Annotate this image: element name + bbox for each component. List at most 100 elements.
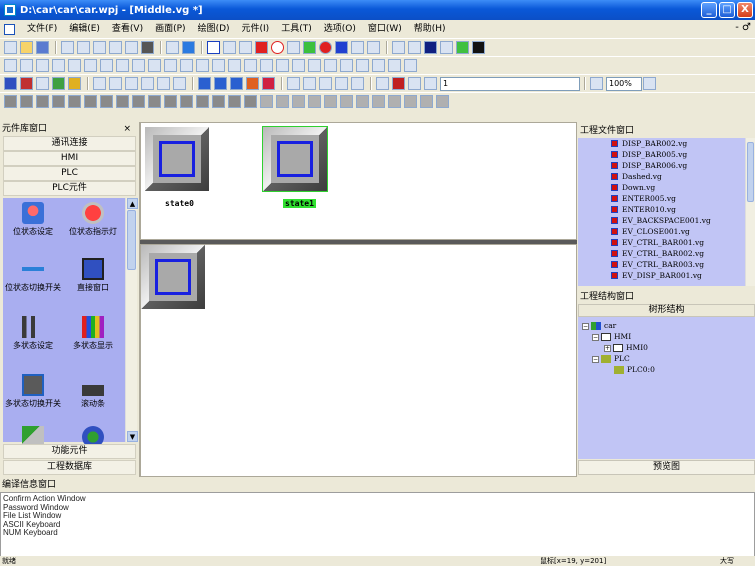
scroll-up-icon[interactable]: ▲ [127,198,138,209]
align-center-icon[interactable] [20,59,33,72]
category-hmi[interactable]: HMI [3,151,136,166]
pattern-10-icon[interactable] [148,95,161,108]
file-item[interactable]: ENTER005.vg [578,193,755,204]
pattern-21-icon[interactable] [324,95,337,108]
zoom-in-icon[interactable] [372,59,385,72]
send-back-icon[interactable] [228,59,241,72]
component-multi-switch[interactable]: 多状态切换开关 [3,374,63,409]
pattern-26-icon[interactable] [404,95,417,108]
same-height-icon[interactable] [116,59,129,72]
flip-vertical-icon[interactable] [260,59,273,72]
play-icon[interactable] [198,77,211,90]
pattern-28-icon[interactable] [436,95,449,108]
pattern-25-icon[interactable] [388,95,401,108]
menu-tools[interactable]: 工具(T) [275,20,318,38]
collapse-icon[interactable]: − [582,322,589,330]
pointer-icon[interactable] [207,41,220,54]
file-item[interactable]: ENTER010.vg [578,204,755,215]
menu-component[interactable]: 元件(I) [236,20,276,38]
category-project-database[interactable]: 工程数据库 [3,460,136,475]
pattern-23-icon[interactable] [356,95,369,108]
font-icon[interactable] [392,77,405,90]
shadow-icon[interactable] [472,41,485,54]
space-vertical-icon[interactable] [164,59,177,72]
mdi-controls[interactable]: - ♂ [735,22,751,33]
scroll-thumb[interactable] [747,142,754,202]
zoom-select[interactable]: 100% [606,76,642,91]
tree-node-hmi0[interactable]: + HMI0 [604,343,648,353]
zoom-out-icon[interactable] [388,59,401,72]
component-scrollbar[interactable]: 滚动条 [63,374,123,409]
tree-node-plc[interactable]: − PLC [592,354,630,364]
keyboard-icon[interactable] [36,77,49,90]
meter-icon[interactable] [351,77,364,90]
line-icon[interactable] [223,41,236,54]
pattern-12-icon[interactable] [180,95,193,108]
text-icon[interactable] [351,41,364,54]
trend-icon[interactable] [319,77,332,90]
undo-icon[interactable] [109,41,122,54]
pattern-27-icon[interactable] [420,95,433,108]
layer-icon[interactable] [340,59,353,72]
file-item[interactable]: Dashed.vg [578,171,755,182]
menu-view[interactable]: 查看(V) [106,20,149,38]
state1-button[interactable] [262,126,328,192]
simulate-icon[interactable] [182,41,195,54]
align-left-icon[interactable] [4,59,17,72]
menu-file[interactable]: 文件(F) [21,20,63,38]
export-icon[interactable] [125,77,138,90]
list-icon[interactable] [424,77,437,90]
category-communication[interactable]: 通讯连接 [3,136,136,151]
panel-close-icon[interactable]: × [123,122,131,136]
fill-color-icon[interactable] [408,41,421,54]
file-item[interactable]: DISP_BAR002.vg [578,138,755,149]
menu-options[interactable]: 选项(O) [318,20,362,38]
polyline-icon[interactable] [287,41,300,54]
rotate-icon[interactable] [276,59,289,72]
record-icon[interactable] [52,77,65,90]
chart-icon[interactable] [303,77,316,90]
screen-canvas-bottom[interactable] [140,244,577,477]
state0-button[interactable] [145,127,209,191]
stop-icon[interactable] [230,77,243,90]
maximize-button[interactable]: □ [719,2,735,18]
tree-header[interactable]: 树形结构 [578,304,755,317]
tree-node-hmi[interactable]: − HMI [592,332,631,342]
pattern-15-icon[interactable] [228,95,241,108]
screen-canvas-top[interactable]: state0 state1 [140,122,577,240]
line-style-icon[interactable] [440,41,453,54]
open-icon[interactable] [20,41,33,54]
pattern-icon[interactable] [456,41,469,54]
collapse-icon[interactable]: − [592,355,599,363]
file-item[interactable]: Down.vg [578,182,755,193]
pattern-11-icon[interactable] [164,95,177,108]
file-item[interactable]: EV_BACKSPACE001.vg [578,215,755,226]
redo-icon[interactable] [125,41,138,54]
window-icon[interactable] [20,77,33,90]
pattern-16-icon[interactable] [244,95,257,108]
alarm-icon[interactable] [68,77,81,90]
pattern-20-icon[interactable] [308,95,321,108]
align-top-icon[interactable] [52,59,65,72]
pattern-3-icon[interactable] [36,95,49,108]
color-icon[interactable] [408,77,421,90]
zoom-icon[interactable] [590,77,603,90]
upload-icon[interactable] [157,77,170,90]
lock-icon[interactable] [292,59,305,72]
print-icon[interactable] [173,77,186,90]
ungroup-icon[interactable] [196,59,209,72]
file-list-scrollbar[interactable] [745,138,755,286]
file-item[interactable]: EV_CTRL_BAR001.vg [578,237,755,248]
category-plc-components[interactable]: PLC元件 [3,181,136,196]
import-icon[interactable] [109,77,122,90]
compile-log[interactable]: Confirm Action Window Password Window Fi… [0,492,755,558]
component-direct-window[interactable]: 直接窗口 [63,258,123,293]
pattern-24-icon[interactable] [372,95,385,108]
align-right-icon[interactable] [36,59,49,72]
menu-window[interactable]: 窗口(W) [362,20,408,38]
component-multi-display[interactable]: 多状态显示 [63,316,123,351]
pattern-1-icon[interactable] [4,95,17,108]
pattern-17-icon[interactable] [260,95,273,108]
file-item[interactable]: EV_CTRL_BAR002.vg [578,248,755,259]
ellipse-icon[interactable] [319,41,332,54]
